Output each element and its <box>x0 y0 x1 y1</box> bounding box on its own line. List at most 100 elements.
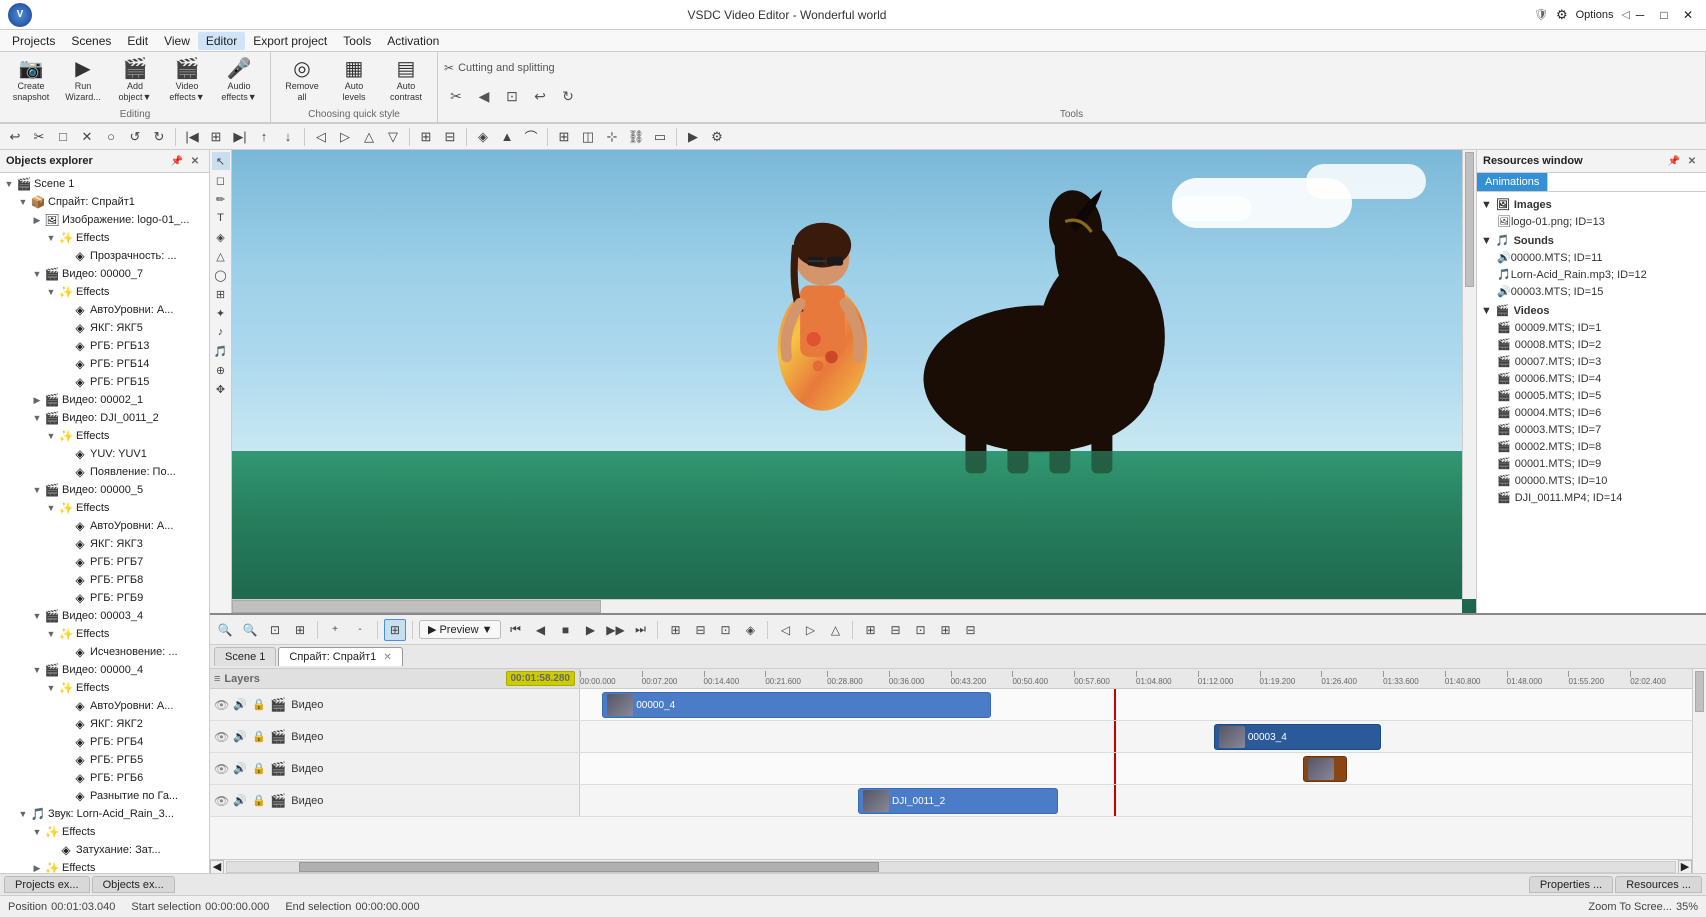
grid-tool-button[interactable]: ⊞ <box>212 285 230 303</box>
tb2-btn-grid[interactable]: ⊞ <box>553 126 575 148</box>
tb2-btn-anchor[interactable]: ⊹ <box>601 126 623 148</box>
auto-levels-button[interactable]: ▦ Auto levels <box>329 56 379 106</box>
next-frame-button[interactable]: ▶▶ <box>604 619 626 641</box>
shape-tool-button[interactable]: △ <box>212 247 230 265</box>
tree-item[interactable]: ◈РГБ: РГБ8 <box>0 571 209 589</box>
tree-item[interactable]: ◈АвтоУровни: А... <box>0 301 209 319</box>
preview-v-scrollbar[interactable] <box>1462 150 1476 599</box>
menu-view[interactable]: View <box>156 32 198 50</box>
audio-tool-button[interactable]: ♪ <box>212 323 230 341</box>
pan-tool-button[interactable]: ✥ <box>212 380 230 398</box>
tb2-btn-move-up[interactable]: △ <box>358 126 380 148</box>
tb2-btn-7[interactable]: ↻ <box>148 126 170 148</box>
timeline-view-5[interactable]: ⊟ <box>959 619 981 641</box>
tree-expand-icon[interactable]: ▼ <box>16 195 30 209</box>
star-tool-button[interactable]: ✦ <box>212 304 230 322</box>
projects-explorer-tab[interactable]: Projects ex... <box>4 876 90 893</box>
tree-expand-icon[interactable]: ▼ <box>44 501 58 515</box>
run-wizard-button[interactable]: ▶ Run Wizard... <box>58 56 108 106</box>
crop-tool-button[interactable]: ◻ <box>212 171 230 189</box>
timeline-tab-sprite[interactable]: Спрайт: Спрайт1 ✕ <box>278 647 402 666</box>
tree-item[interactable]: ◈YUV: YUV1 <box>0 445 209 463</box>
tree-item[interactable]: ▼✨Effects <box>0 499 209 517</box>
menu-tools[interactable]: Tools <box>335 32 379 50</box>
resource-video-item-4[interactable]: 🎬00005.MTS; ID=5 <box>1477 387 1706 404</box>
draw-tool-button[interactable]: ✏ <box>212 190 230 208</box>
timeline-mode-3[interactable]: ⊡ <box>714 619 736 641</box>
resource-video-item-0[interactable]: 🎬00009.MTS; ID=1 <box>1477 319 1706 336</box>
options-label[interactable]: Options <box>1576 9 1614 21</box>
cut-tool-1[interactable]: ✂ <box>444 84 468 108</box>
zoom-in-button[interactable]: 🔍 <box>239 619 261 641</box>
tree-expand-icon[interactable]: ▼ <box>44 231 58 245</box>
tree-item[interactable]: ◈Затухание: Зат... <box>0 841 209 859</box>
h-scroll-left[interactable]: ◀ <box>210 860 224 874</box>
tree-expand-icon[interactable]: ▼ <box>30 663 44 677</box>
timeline-tab-scene1[interactable]: Scene 1 <box>214 647 276 666</box>
tree-item[interactable]: ▼✨Effects <box>0 823 209 841</box>
resource-item-lorn-acid[interactable]: 🎵 Lorn-Acid_Rain.mp3; ID=12 <box>1477 266 1706 283</box>
tree-item[interactable]: ◈ЯКГ: ЯКГ2 <box>0 715 209 733</box>
tb2-btn-poly[interactable]: ▲ <box>496 126 518 148</box>
zoom-custom-button[interactable]: ⊞ <box>289 619 311 641</box>
auto-contrast-button[interactable]: ▤ Auto contrast <box>381 56 431 106</box>
menu-edit[interactable]: Edit <box>119 32 156 50</box>
tree-item[interactable]: ◈РГБ: РГБ6 <box>0 769 209 787</box>
resource-video-item-1[interactable]: 🎬00008.MTS; ID=2 <box>1477 336 1706 353</box>
tree-item[interactable]: ▼✨Effects <box>0 283 209 301</box>
tree-expand-icon[interactable]: ▼ <box>2 177 16 191</box>
resource-video-item-5[interactable]: 🎬00004.MTS; ID=6 <box>1477 404 1706 421</box>
objects-explorer-tab[interactable]: Objects ex... <box>92 876 175 893</box>
tb2-btn-align-left[interactable]: |◀ <box>181 126 203 148</box>
tab-animations[interactable]: Animations <box>1477 173 1548 191</box>
menu-scenes[interactable]: Scenes <box>63 32 119 50</box>
tree-item[interactable]: ◈АвтоУровни: А... <box>0 697 209 715</box>
cut-tool-2[interactable]: ◀ <box>472 84 496 108</box>
tb2-btn-link[interactable]: ⛓ <box>625 126 647 148</box>
tb2-btn-snap[interactable]: ◫ <box>577 126 599 148</box>
tree-expand-icon[interactable]: ▼ <box>30 825 44 839</box>
play-button[interactable]: ▶ <box>579 619 601 641</box>
tl-clip-unnamed[interactable] <box>1303 756 1347 782</box>
resource-video-item-3[interactable]: 🎬00006.MTS; ID=4 <box>1477 370 1706 387</box>
timeline-view-3[interactable]: ⊡ <box>909 619 931 641</box>
resources-close-button[interactable]: ✕ <box>1684 153 1700 169</box>
tl-mute-icon-3[interactable]: 🔊 <box>232 761 248 777</box>
tree-expand-icon[interactable]: ▼ <box>44 681 58 695</box>
tl-eye-icon-3[interactable]: 👁 <box>214 762 229 776</box>
cut-tool-5[interactable]: ↻ <box>556 84 580 108</box>
tl-eye-icon-2[interactable]: 👁 <box>214 730 229 744</box>
tb2-btn-group[interactable]: ⊞ <box>415 126 437 148</box>
tree-item[interactable]: ◈РГБ: РГБ14 <box>0 355 209 373</box>
tree-item[interactable]: ▶🖼Изображение: logo-01_... <box>0 211 209 229</box>
tree-item[interactable]: ◈Появление: По... <box>0 463 209 481</box>
tree-item[interactable]: ◈Разнытие по Га... <box>0 787 209 805</box>
tree-item[interactable]: ◈РГБ: РГБ15 <box>0 373 209 391</box>
tl-clip-DJI_0011_2[interactable]: DJI_0011_2 <box>858 788 1058 814</box>
tb2-btn-move-down[interactable]: ▽ <box>382 126 404 148</box>
tb2-btn-align-center[interactable]: ⊞ <box>205 126 227 148</box>
tree-item[interactable]: ◈РГБ: РГБ9 <box>0 589 209 607</box>
tree-expand-icon[interactable]: ▶ <box>30 393 44 407</box>
tl-clip-00000_4[interactable]: 00000_4 <box>602 692 991 718</box>
tree-expand-icon[interactable]: ▼ <box>44 285 58 299</box>
resources-videos-header[interactable]: ▼ 🎬 Videos <box>1477 302 1706 319</box>
music-tool-button[interactable]: 🎵 <box>212 342 230 360</box>
preview-play-button[interactable]: ▶ Preview ▼ <box>419 620 501 639</box>
select-tool-button[interactable]: ↖ <box>212 152 230 170</box>
tl-mute-icon-4[interactable]: 🔊 <box>232 793 248 809</box>
resources-pin-button[interactable]: 📌 <box>1666 153 1682 169</box>
tree-item[interactable]: ▼🎬Видео: 00003_4 <box>0 607 209 625</box>
tb2-btn-settings[interactable]: ⚙ <box>706 126 728 148</box>
resource-video-item-7[interactable]: 🎬00002.MTS; ID=8 <box>1477 438 1706 455</box>
go-end-button[interactable]: ⏭ <box>629 619 651 641</box>
create-snapshot-button[interactable]: 📷 Create snapshot <box>6 56 56 106</box>
add-object-button[interactable]: 🎬 Add object▼ <box>110 56 160 106</box>
properties-tab[interactable]: Properties ... <box>1529 876 1613 893</box>
tb2-btn-10[interactable]: ↓ <box>277 126 299 148</box>
tree-item[interactable]: ▼🎬Видео: 00000_5 <box>0 481 209 499</box>
timeline-zoom-minus[interactable]: - <box>349 619 371 641</box>
tree-expand-icon[interactable]: ▼ <box>16 807 30 821</box>
tree-item[interactable]: ▼🎬Видео: 00000_4 <box>0 661 209 679</box>
timeline-mode-4[interactable]: ◈ <box>739 619 761 641</box>
